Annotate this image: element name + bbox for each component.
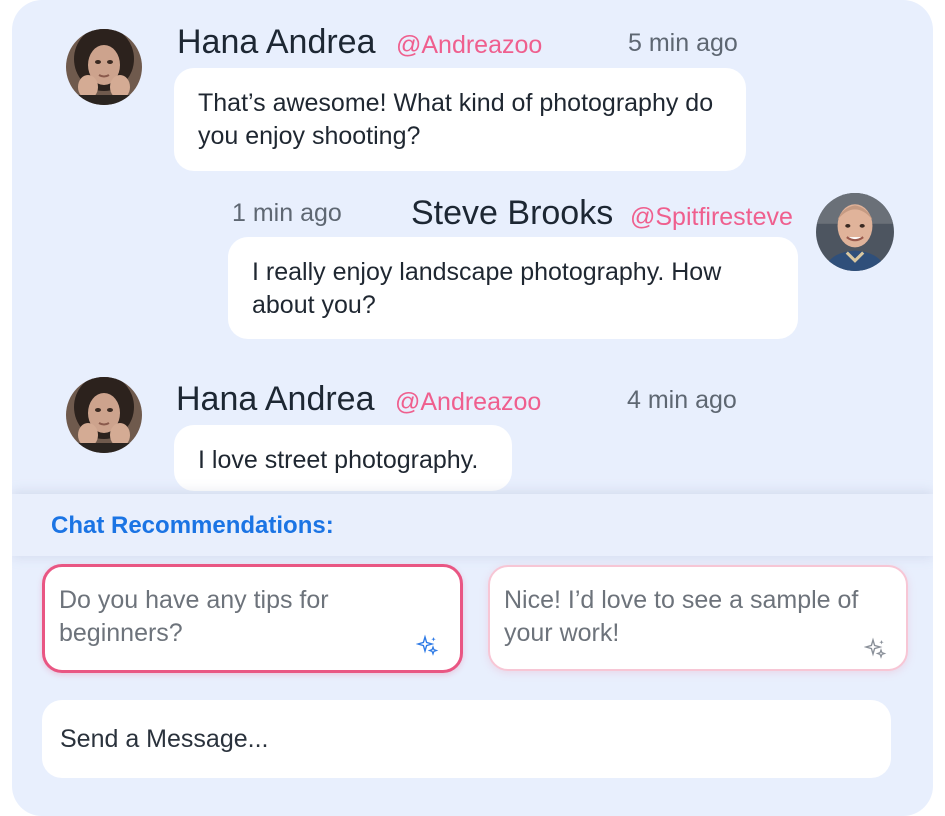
recommendations-title: Chat Recommendations: <box>51 512 334 539</box>
author-name[interactable]: Hana Andrea <box>177 25 376 59</box>
author-handle[interactable]: @Andreazoo <box>396 33 542 58</box>
user-avatar-steve-icon <box>816 193 894 271</box>
message-time: 5 min ago <box>628 29 738 57</box>
avatar-hana[interactable] <box>66 29 142 105</box>
chat-panel: Hana Andrea @Andreazoo 5 min ago That’s … <box>12 0 933 816</box>
message-time: 1 min ago <box>232 199 342 227</box>
author-name[interactable]: Hana Andrea <box>176 382 375 416</box>
recommendation-card[interactable]: Do you have any tips for beginners? <box>42 564 463 673</box>
author-name[interactable]: Steve Brooks <box>411 196 613 230</box>
recommendation-text: Nice! I’d love to see a sample of your w… <box>504 586 859 647</box>
avatar-hana[interactable] <box>66 377 142 453</box>
user-avatar-hana-icon <box>66 29 142 105</box>
author-handle[interactable]: @Andreazoo <box>395 390 541 415</box>
message-time: 4 min ago <box>627 386 737 414</box>
recommendation-text: Do you have any tips for beginners? <box>59 586 329 647</box>
message-bubble: I love street photography. <box>174 425 512 491</box>
message-bubble: I really enjoy landscape photography. Ho… <box>228 237 798 339</box>
avatar-steve[interactable] <box>816 193 894 271</box>
recommendation-card[interactable]: Nice! I’d love to see a sample of your w… <box>488 565 908 671</box>
message-bubble: That’s awesome! What kind of photography… <box>174 68 746 171</box>
sparkle-icon <box>416 634 439 656</box>
message-input[interactable] <box>42 700 891 778</box>
sparkle-icon <box>864 637 887 659</box>
author-handle[interactable]: @Spitfiresteve <box>630 205 793 230</box>
user-avatar-hana-icon <box>66 377 142 453</box>
